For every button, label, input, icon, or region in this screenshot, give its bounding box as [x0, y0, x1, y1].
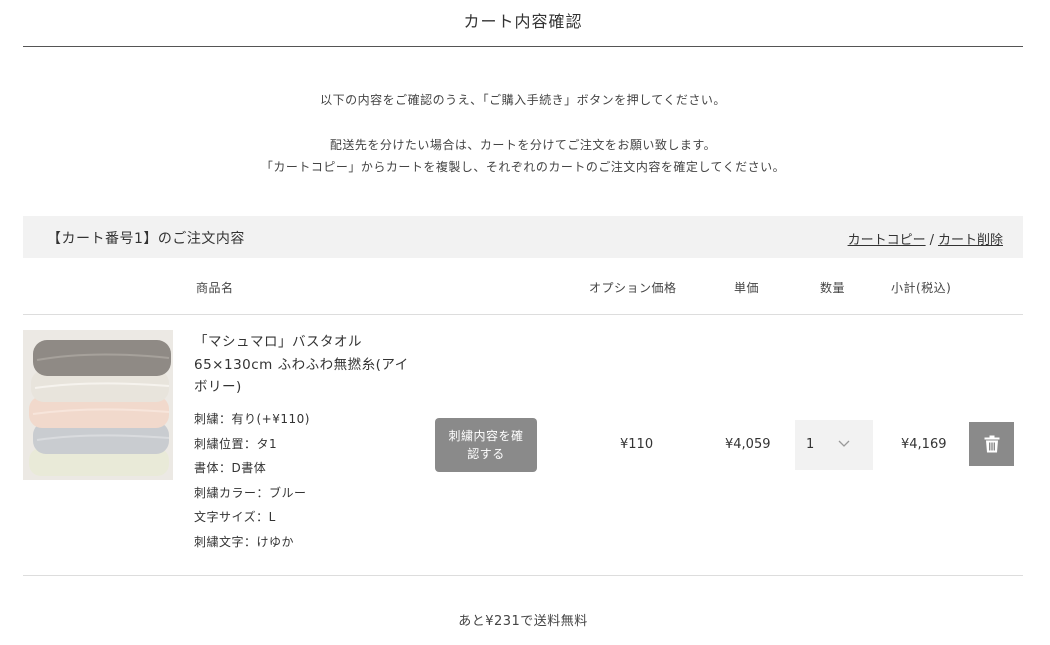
column-header-product-name: 商品名	[196, 281, 234, 295]
quantity-select[interactable]: 1	[795, 420, 873, 470]
column-header-subtotal: 小計(税込)	[891, 281, 952, 295]
delete-item-button[interactable]	[969, 422, 1014, 466]
attribute-embroidery: 刺繍：有り(+¥110)	[194, 412, 310, 426]
cart-delete-link[interactable]: カート削除	[938, 233, 1003, 248]
chevron-down-icon	[838, 440, 850, 447]
option-price-value: ¥110	[620, 437, 654, 452]
cart-copy-link[interactable]: カートコピー	[848, 233, 926, 248]
confirm-embroidery-button-label: 刺繍内容を確認する	[448, 429, 524, 461]
quantity-value: 1	[806, 437, 815, 452]
trash-icon	[984, 435, 999, 453]
unit-price-value: ¥4,059	[725, 437, 771, 452]
instruction-text: 以下の内容をご確認のうえ、「ご購入手続き」ボタンを押してください。	[320, 93, 726, 107]
title-divider	[23, 46, 1023, 47]
attribute-embroidery-position: 刺繍位置：タ1	[194, 436, 278, 451]
cart-header: 【カート番号1】のご注文内容 カートコピー / カート削除	[23, 216, 1023, 258]
subtotal-value: ¥4,169	[901, 437, 947, 452]
attribute-embroidery-text: 刺繍文字：けゆか	[194, 534, 295, 549]
cart-title: 【カート番号1】のご注文内容	[47, 231, 245, 247]
shipping-split-text: 配送先を分けたい場合は、カートを分けてご注文をお願い致します。	[329, 138, 717, 152]
product-image[interactable]	[23, 330, 173, 480]
free-shipping-notice: あと¥231で送料無料	[458, 614, 588, 629]
attribute-text-size: 文字サイズ：L	[194, 510, 276, 524]
column-header-quantity: 数量	[820, 281, 846, 295]
product-attributes: 刺繍：有り(+¥110) 刺繍位置：タ1 書体：D書体 刺繍カラー：ブルー 文字…	[194, 407, 414, 554]
page-title: カート内容確認	[463, 12, 583, 31]
attribute-font: 書体：D書体	[194, 461, 267, 475]
column-header-unit-price: 単価	[734, 281, 760, 295]
cart-actions: カートコピー / カート削除	[848, 229, 1003, 248]
cart-actions-separator: /	[929, 233, 934, 248]
towel-stack-image	[23, 330, 173, 480]
confirm-embroidery-button[interactable]: 刺繍内容を確認する	[435, 418, 537, 472]
column-header-option-price: オプション価格	[589, 281, 677, 295]
attribute-embroidery-color: 刺繍カラー：ブルー	[194, 485, 307, 500]
table-divider-top	[23, 314, 1023, 315]
product-name[interactable]: 「マシュマロ」バスタオル 65×130cm ふわふわ無撚糸(アイボリー)	[194, 331, 414, 399]
table-divider-bottom	[23, 575, 1023, 576]
cart-copy-instruction-text: 「カートコピー」からカートを複製し、それぞれのカートのご注文内容を確定してくださ…	[260, 160, 786, 174]
